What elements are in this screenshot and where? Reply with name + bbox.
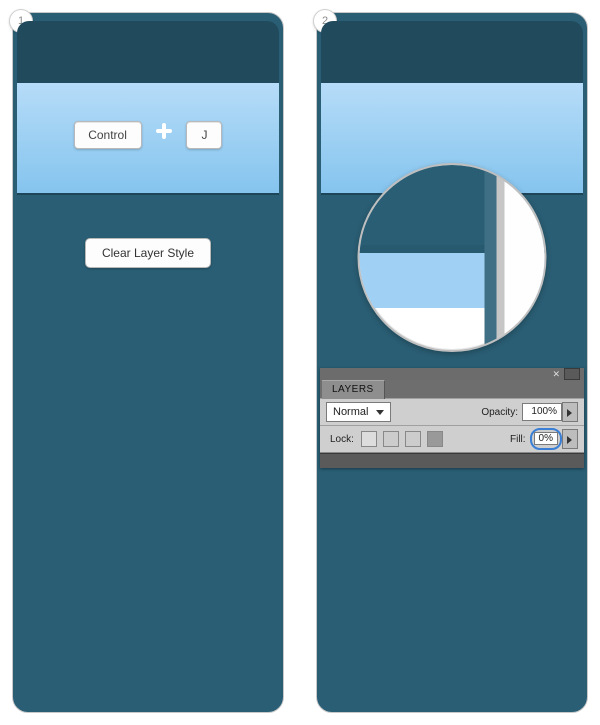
lock-transparent-icon[interactable]: [361, 431, 377, 447]
opacity-input[interactable]: 100%: [522, 403, 562, 421]
chevron-down-icon: [376, 410, 384, 415]
layers-panel-tabs: LAYERS: [320, 380, 584, 398]
mock-app-dark-top: [321, 21, 583, 83]
plus-icon: [154, 121, 174, 141]
zoom-region-divider: [485, 165, 497, 350]
context-menu-row: Clear Layer Style: [13, 238, 283, 268]
key-j[interactable]: J: [186, 121, 222, 149]
tutorial-step-panel-1: 1 Control J Clear Layer Style: [12, 12, 284, 713]
magnifier-circle: [358, 163, 547, 352]
fill-input[interactable]: 0%: [534, 432, 558, 445]
fill-label: Fill:: [510, 434, 526, 445]
tutorial-step-panel-2: 2 ✕ LAYERS Normal O: [316, 12, 588, 713]
mock-app-dark-fill: [17, 193, 279, 704]
keyboard-shortcut-row: Control J: [13, 121, 283, 149]
layers-panel: ✕ LAYERS Normal Opacity: 100% Lock:: [320, 368, 584, 468]
fill-stepper[interactable]: [562, 429, 578, 449]
tab-layers[interactable]: LAYERS: [322, 380, 385, 399]
mock-app-dark-top: [17, 21, 279, 83]
lock-label: Lock:: [330, 434, 354, 445]
collapse-icon[interactable]: ✕: [552, 369, 560, 380]
layers-panel-row-lock: Lock: Fill: 0%: [320, 426, 584, 453]
lock-all-icon[interactable]: [427, 431, 443, 447]
layers-panel-titlebar[interactable]: ✕: [320, 368, 584, 380]
opacity-label: Opacity:: [481, 407, 518, 418]
lock-image-icon[interactable]: [383, 431, 399, 447]
blend-mode-value: Normal: [333, 406, 368, 418]
clear-layer-style-button[interactable]: Clear Layer Style: [85, 238, 211, 268]
fill-highlight-circle: 0%: [530, 428, 562, 450]
blend-mode-select[interactable]: Normal: [326, 402, 391, 422]
layers-panel-row-blend: Normal Opacity: 100%: [320, 398, 584, 426]
layers-panel-list[interactable]: [320, 453, 584, 468]
zoom-region-right: [497, 165, 545, 350]
lock-position-icon[interactable]: [405, 431, 421, 447]
key-control[interactable]: Control: [74, 121, 142, 149]
opacity-stepper[interactable]: [562, 402, 578, 422]
panel-menu-icon[interactable]: [564, 368, 580, 380]
